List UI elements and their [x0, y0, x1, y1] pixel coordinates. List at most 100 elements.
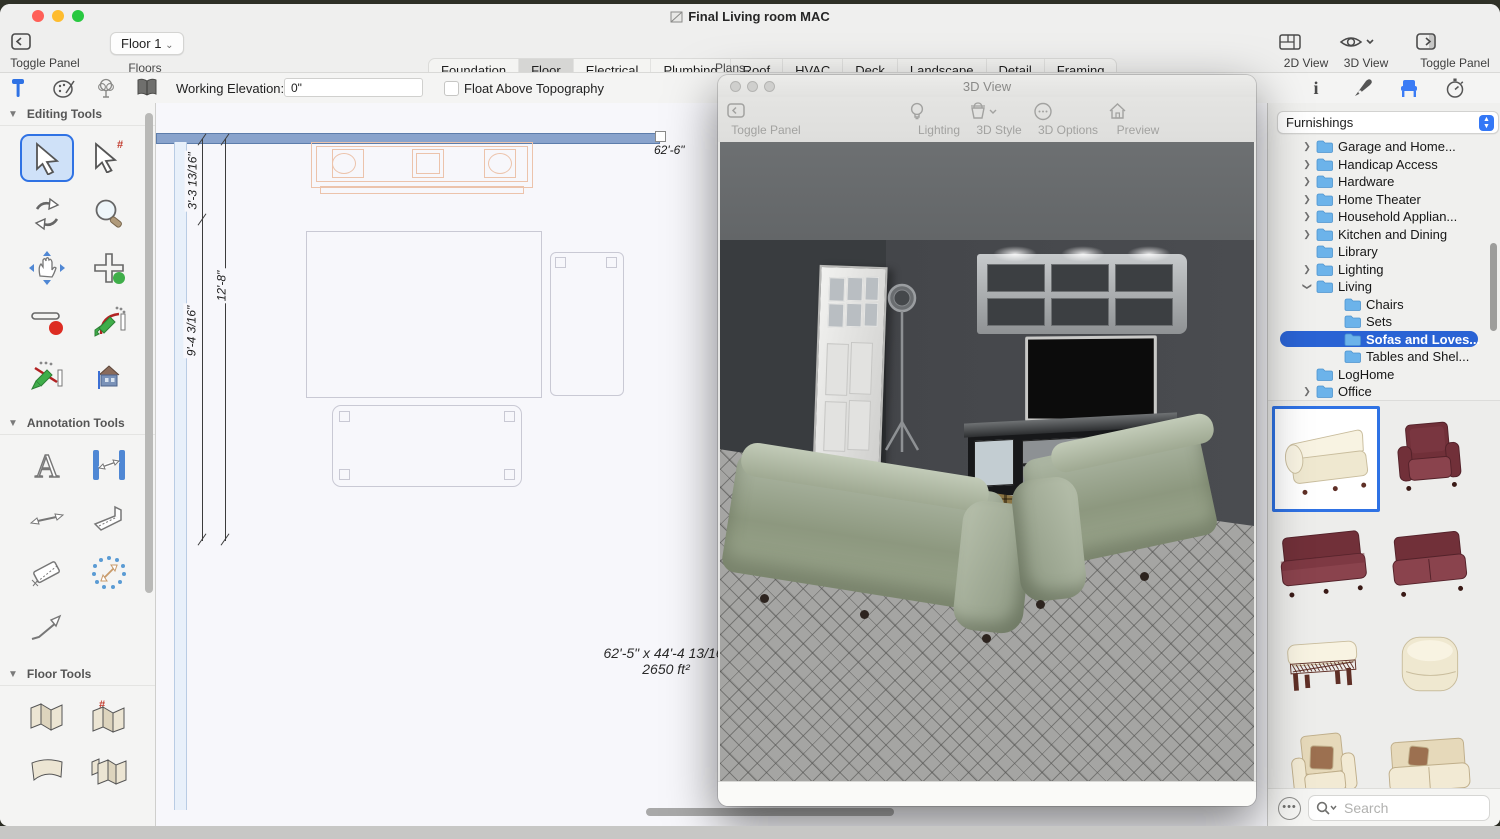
rotate-tool[interactable]: [22, 192, 72, 236]
chevron-right-icon[interactable]: ❯: [1302, 141, 1312, 152]
wall-group-tool[interactable]: [84, 748, 134, 792]
remove-node-tool[interactable]: [22, 300, 72, 344]
3d-view-button[interactable]: 3D View: [1338, 32, 1394, 70]
chevron-down-icon: ▼: [8, 418, 18, 429]
thumbnail-pillow-loveseat-tan[interactable]: [1378, 719, 1480, 791]
floor-tools-header[interactable]: ▼ Floor Tools: [0, 663, 155, 686]
tree-item-household-applian[interactable]: ❯Household Applian...: [1268, 208, 1500, 226]
library-category-dropdown[interactable]: Furnishings ▲▼: [1277, 111, 1499, 134]
info-icon[interactable]: i: [1308, 77, 1330, 99]
tree-item-sets[interactable]: Sets: [1268, 313, 1500, 331]
lighting-button[interactable]: Lighting: [910, 102, 968, 137]
chevron-right-icon[interactable]: ❯: [1302, 386, 1312, 397]
options-ellipsis-icon: [1033, 102, 1103, 122]
tree-item-office[interactable]: ❯Office: [1268, 383, 1500, 400]
float-topography-checkbox[interactable]: [444, 81, 459, 96]
palette-icon[interactable]: [52, 77, 74, 99]
leader-arrow-tool[interactable]: [22, 605, 72, 649]
plan-sofa-outline[interactable]: [332, 405, 522, 487]
diagonal-dimension-tool[interactable]: [22, 551, 72, 595]
tree-item-handicap-access[interactable]: ❯Handicap Access: [1268, 156, 1500, 174]
thumbnail-sofa-maroon[interactable]: [1272, 511, 1374, 611]
tree-item-home-theater[interactable]: ❯Home Theater: [1268, 191, 1500, 209]
tree-item-living[interactable]: ❯Living: [1268, 278, 1500, 296]
circular-dimension-tool[interactable]: [84, 551, 134, 595]
pan-tool[interactable]: [22, 246, 72, 290]
sidebar-scrollbar[interactable]: [145, 113, 153, 593]
3d-view-eye-icon: [1338, 32, 1394, 54]
thumbnail-chaise-lounge-cream[interactable]: [1272, 406, 1380, 512]
tree-item-sofas-and-loves[interactable]: Sofas and Loves...: [1268, 331, 1500, 349]
3d-options-button[interactable]: 3D Options: [1033, 102, 1103, 137]
pen-icon[interactable]: [1352, 77, 1374, 99]
chevron-right-icon[interactable]: ❯: [1302, 176, 1312, 187]
add-node-tool[interactable]: [84, 246, 134, 290]
3d-window-titlebar[interactable]: 3D View: [718, 75, 1256, 97]
tree-scrollbar[interactable]: [1490, 243, 1497, 331]
dimension-tool[interactable]: [84, 443, 134, 487]
more-ellipsis-icon[interactable]: •••: [1278, 797, 1301, 820]
chevron-right-icon[interactable]: ❯: [1302, 264, 1312, 275]
3d-view-window[interactable]: 3D View Toggle Panel Lighting 3D Style: [718, 75, 1256, 806]
chevron-right-icon[interactable]: ❯: [1302, 229, 1312, 240]
toggle-panel-right-button[interactable]: Toggle Panel: [1415, 32, 1495, 70]
chevron-right-icon[interactable]: ❯: [1302, 159, 1312, 170]
floors-dropdown[interactable]: Floor 1 ⌄: [110, 32, 184, 55]
tree-item-chairs[interactable]: Chairs: [1268, 296, 1500, 314]
dimension-arrow-tool[interactable]: [22, 497, 72, 541]
toggle-panel-right-icon: [1415, 32, 1495, 54]
canvas-horizontal-scrollbar[interactable]: [646, 808, 894, 816]
2d-view-button[interactable]: 2D View: [1278, 32, 1334, 70]
fillet-tool[interactable]: [84, 300, 134, 344]
tree-item-garage-and-home[interactable]: ❯Garage and Home...: [1268, 138, 1500, 156]
stopwatch-icon[interactable]: [1444, 77, 1466, 99]
3d-style-button[interactable]: 3D Style: [968, 102, 1030, 137]
hammer-icon[interactable]: [8, 77, 30, 99]
3d-viewport[interactable]: [720, 142, 1254, 782]
tree-item-library[interactable]: Library: [1268, 243, 1500, 261]
3d-toggle-panel-button[interactable]: Toggle Panel: [726, 102, 806, 137]
preview-button[interactable]: Preview: [1108, 102, 1168, 137]
thumbnail-armchair-maroon[interactable]: [1378, 406, 1480, 506]
title-bar: Final Living room MAC: [0, 4, 1500, 28]
tree-item-tables-and-shel[interactable]: Tables and Shel...: [1268, 348, 1500, 366]
curved-wall-tool[interactable]: [22, 748, 72, 792]
working-elevation-input[interactable]: [284, 78, 423, 97]
plan-room-outline[interactable]: [306, 231, 542, 398]
thumbnail-loveseat-maroon[interactable]: [1378, 511, 1480, 611]
house-view-tool[interactable]: [84, 354, 134, 398]
chevron-down-icon[interactable]: ❯: [1302, 282, 1313, 292]
tree-item-lighting[interactable]: ❯Lighting: [1268, 261, 1500, 279]
text-tool[interactable]: A: [22, 443, 72, 487]
furniture-icon[interactable]: [1398, 77, 1420, 99]
select-tool[interactable]: [20, 134, 74, 182]
thumbnail-bench-ottoman-cream[interactable]: [1272, 614, 1374, 714]
search-input[interactable]: Search: [1308, 795, 1490, 821]
floor-tools-grid: #: [0, 686, 155, 806]
annotation-tools-header[interactable]: ▼ Annotation Tools: [0, 412, 155, 435]
editing-tools-header[interactable]: ▼ Editing Tools: [0, 103, 155, 126]
thumbnail-pillow-armchair-tan[interactable]: [1272, 719, 1374, 791]
stepper-icon: ▲▼: [1479, 115, 1494, 131]
chevron-right-icon[interactable]: ❯: [1302, 194, 1312, 205]
zoom-tool[interactable]: [84, 192, 134, 236]
chevron-down-icon: ▼: [8, 109, 18, 120]
wall-tool[interactable]: [22, 694, 72, 738]
chamfer-tool[interactable]: [22, 354, 72, 398]
tree-item-kitchen-and-dining[interactable]: ❯Kitchen and Dining: [1268, 226, 1500, 244]
tree-item-hardware[interactable]: ❯Hardware: [1268, 173, 1500, 191]
tree-item-loghome[interactable]: LogHome: [1268, 366, 1500, 384]
tree-icon[interactable]: [95, 77, 117, 99]
wall-selection-handle[interactable]: [655, 131, 666, 142]
wall-fence-tool[interactable]: #: [84, 694, 134, 738]
plan-loveseat-outline[interactable]: [550, 252, 624, 396]
main-toolbar: Toggle Panel Floor 1 ⌄ Floors Foundation…: [0, 28, 1500, 72]
3d-door: [812, 265, 887, 477]
thumbnail-square-ottoman-cream[interactable]: [1378, 614, 1480, 714]
book-icon[interactable]: [136, 77, 158, 99]
fence-select-tool[interactable]: #: [84, 134, 134, 178]
chevron-right-icon[interactable]: ❯: [1302, 211, 1312, 222]
wall-left[interactable]: [174, 142, 187, 810]
angled-dimension-tool[interactable]: [84, 497, 134, 541]
toggle-panel-left-button[interactable]: Toggle Panel: [10, 32, 80, 70]
